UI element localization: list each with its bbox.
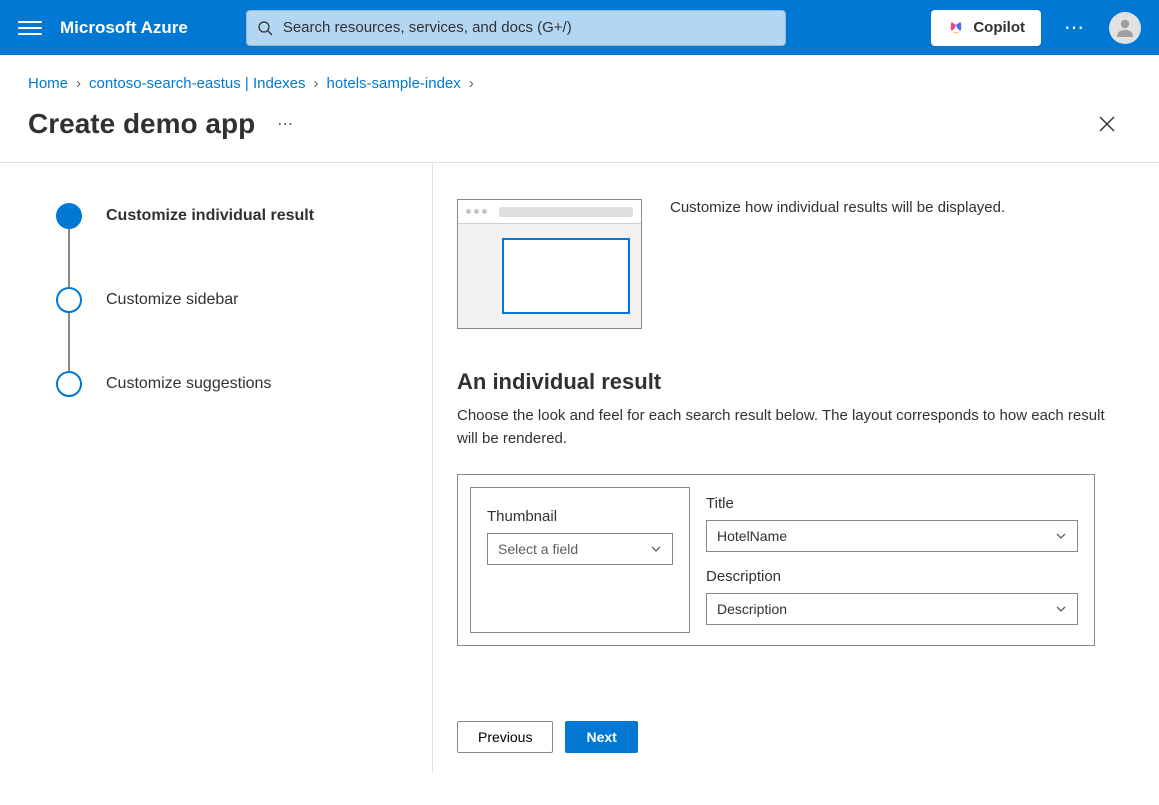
step-customize-result[interactable]: Customize individual result	[56, 203, 412, 229]
search-input[interactable]	[283, 19, 775, 36]
copilot-button[interactable]: Copilot	[931, 10, 1041, 46]
top-bar: Microsoft Azure Copilot ⋯	[0, 0, 1159, 55]
preview-caption: Customize how individual results will be…	[670, 199, 1005, 329]
next-button[interactable]: Next	[565, 721, 637, 753]
description-select[interactable]: Description	[706, 593, 1078, 625]
title-more-icon[interactable]: ⋯	[277, 114, 295, 134]
thumbnail-label: Thumbnail	[487, 508, 673, 525]
chevron-down-icon	[1055, 530, 1067, 542]
step-label: Customize individual result	[106, 207, 314, 225]
hamburger-menu-icon[interactable]	[18, 16, 42, 40]
description-field-label: Description	[706, 568, 1078, 585]
more-icon[interactable]: ⋯	[1059, 12, 1091, 44]
title-field-label: Title	[706, 495, 1078, 512]
step-connector	[68, 313, 70, 371]
step-indicator-active	[56, 203, 82, 229]
browser-dots-icon	[466, 209, 487, 214]
select-value: Description	[717, 601, 787, 617]
result-highlight-icon	[502, 238, 630, 314]
page-title: Create demo app	[28, 108, 255, 140]
step-label: Customize suggestions	[106, 375, 271, 393]
search-box[interactable]	[246, 10, 786, 46]
copilot-label: Copilot	[973, 19, 1025, 36]
section-title: An individual result	[457, 369, 1135, 395]
previous-button[interactable]: Previous	[457, 721, 553, 753]
thumbnail-select[interactable]: Select a field	[487, 533, 673, 565]
search-icon	[257, 20, 273, 36]
step-indicator	[56, 287, 82, 313]
copilot-icon	[947, 19, 965, 37]
select-placeholder: Select a field	[498, 541, 578, 557]
select-value: HotelName	[717, 528, 787, 544]
breadcrumb-item-home[interactable]: Home	[28, 75, 68, 92]
result-config-box: Thumbnail Select a field Title HotelName…	[457, 474, 1095, 646]
wizard-steps: Customize individual result Customize si…	[0, 163, 433, 773]
close-icon[interactable]	[1095, 112, 1119, 136]
chevron-down-icon	[1055, 603, 1067, 615]
breadcrumb-item-index[interactable]: hotels-sample-index	[327, 75, 461, 92]
step-connector	[68, 229, 70, 287]
chevron-right-icon: ›	[469, 75, 474, 92]
step-indicator	[56, 371, 82, 397]
title-select[interactable]: HotelName	[706, 520, 1078, 552]
avatar[interactable]	[1109, 12, 1141, 44]
step-customize-suggestions[interactable]: Customize suggestions	[56, 371, 412, 397]
section-description: Choose the look and feel for each search…	[457, 405, 1117, 450]
chevron-down-icon	[650, 543, 662, 555]
step-label: Customize sidebar	[106, 291, 239, 309]
brand-label[interactable]: Microsoft Azure	[60, 18, 188, 38]
step-customize-sidebar[interactable]: Customize sidebar	[56, 287, 412, 313]
person-icon	[1113, 16, 1137, 40]
breadcrumb-item-service[interactable]: contoso-search-eastus | Indexes	[89, 75, 306, 92]
content-panel: Customize how individual results will be…	[433, 163, 1159, 773]
breadcrumb: Home › contoso-search-eastus | Indexes ›…	[0, 55, 1159, 102]
page-header: Create demo app ⋯	[0, 102, 1159, 162]
chevron-right-icon: ›	[76, 75, 81, 92]
layout-preview	[457, 199, 642, 329]
chevron-right-icon: ›	[314, 75, 319, 92]
